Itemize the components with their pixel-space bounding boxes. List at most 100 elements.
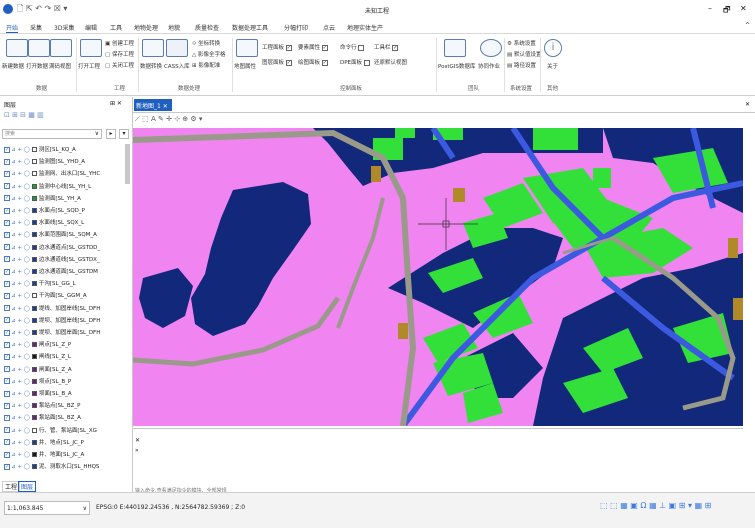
layer-controls-icons[interactable]: ⊿ + ◯ <box>11 159 30 165</box>
restore-view-button[interactable]: 还原默认视图 <box>374 58 407 66</box>
layer-visible-checkbox[interactable]: ✓ <box>4 451 10 458</box>
layer-item[interactable]: ✓ ⊿ + ◯ 干沟面[SL_GGM_A <box>4 291 87 301</box>
cb-command-line[interactable]: 命令行 <box>340 43 365 51</box>
tab-layer-panel[interactable]: 图层 <box>18 481 37 492</box>
image-register-button[interactable]: ⊞ 影像配准 <box>192 61 220 69</box>
layer-item[interactable]: ✓ ⊿ + ◯ 井、地面[SL_JC_A <box>4 450 84 460</box>
save-project-button[interactable]: ▢ 保存工程 <box>105 50 134 58</box>
tab-entity[interactable]: 地理实体生产 <box>347 23 383 32</box>
layer-visible-checkbox[interactable]: ✓ <box>4 414 10 421</box>
tab-print[interactable]: 分幅打印 <box>284 23 308 32</box>
image-grid-button[interactable]: △ 影像全字格 <box>192 50 226 58</box>
default-settings-button[interactable]: ▤ 默认值设置 <box>507 50 541 58</box>
tab-quality[interactable]: 质量检查 <box>195 23 219 32</box>
layer-controls-icons[interactable]: ⊿ + ◯ <box>11 220 30 226</box>
cb-dpe-panel[interactable]: DPE面板 <box>340 58 371 66</box>
new-data-button[interactable]: 新建数据 <box>2 62 24 70</box>
layer-search-input[interactable]: 搜索 ∨ <box>2 129 102 139</box>
cb-draw-panel[interactable]: 绘图面板 ✓ <box>298 58 329 66</box>
layer-visible-checkbox[interactable]: ✓ <box>4 366 10 373</box>
layer-visible-checkbox[interactable]: ✓ <box>4 183 10 190</box>
layer-visible-checkbox[interactable]: ✓ <box>4 207 10 214</box>
layer-visible-checkbox[interactable]: ✓ <box>4 158 10 165</box>
tab-collect[interactable]: 采集 <box>30 23 42 32</box>
layer-controls-icons[interactable]: ⊿ + ◯ <box>11 440 30 446</box>
layer-visible-checkbox[interactable]: ✓ <box>4 378 10 385</box>
layer-controls-icons[interactable]: ⊿ + ◯ <box>11 354 30 360</box>
layer-visible-checkbox[interactable]: ✓ <box>4 305 10 312</box>
layer-controls-icons[interactable]: ⊿ + ◯ <box>11 269 30 275</box>
layer-item[interactable]: ✓ ⊿ + ◯ 井、地点[SL_JC_P <box>4 438 84 448</box>
layer-visible-checkbox[interactable]: ✓ <box>4 146 10 153</box>
layer-item[interactable]: ✓ ⊿ + ◯ 泵站面[SL_BZ_A <box>4 413 81 423</box>
layer-visible-checkbox[interactable]: ✓ <box>4 231 10 238</box>
tab-3d-collect[interactable]: 3D采集 <box>54 23 74 32</box>
cb-layer-panel[interactable]: 图层面板 ✓ <box>262 58 293 66</box>
layer-visible-checkbox[interactable]: ✓ <box>4 353 10 360</box>
layer-visible-checkbox[interactable]: ✓ <box>4 170 10 177</box>
cb-feature-props[interactable]: 要素属性 ✓ <box>298 43 329 51</box>
about-button[interactable]: 关于 <box>547 62 558 70</box>
layer-controls-icons[interactable]: ⊿ + ◯ <box>11 464 30 470</box>
layer-item[interactable]: ✓ ⊿ + ◯ 闸面[SL_Z_A <box>4 365 72 375</box>
layer-item[interactable]: ✓ ⊿ + ◯ 边水通道线[SL_GSTDX_ <box>4 255 100 265</box>
open-data-button[interactable]: 打开数据 <box>26 62 48 70</box>
postgis-button[interactable]: PostGIS数据库 <box>438 62 475 70</box>
layer-controls-icons[interactable]: ⊿ + ◯ <box>11 342 30 348</box>
layer-item[interactable]: ✓ ⊿ + ◯ 监测图[SL_YHD_A <box>4 157 85 167</box>
command-close[interactable]: ✕ <box>135 437 140 444</box>
layer-controls-icons[interactable]: ⊿ + ◯ <box>11 232 30 238</box>
layer-controls-icons[interactable]: ⊿ + ◯ <box>11 171 30 177</box>
tab-data-tools[interactable]: 数据处理工具 <box>232 23 268 32</box>
scale-combo[interactable]: 1:1,063.845 ∨ <box>4 501 90 515</box>
create-project-button[interactable]: ▣ 创建工程 <box>105 39 134 47</box>
map-tab[interactable]: 新地图_1 ✕ <box>134 99 172 111</box>
layer-controls-icons[interactable]: ⊿ + ◯ <box>11 367 30 373</box>
layer-controls-icons[interactable]: ⊿ + ◯ <box>11 415 30 421</box>
layer-visible-checkbox[interactable]: ✓ <box>4 341 10 348</box>
layer-controls-icons[interactable]: ⊿ + ◯ <box>11 196 30 202</box>
layer-down-button[interactable]: ▾ <box>119 129 129 139</box>
layer-item[interactable]: ✓ ⊿ + ◯ 水面范围面[SL_SQM_A <box>4 230 97 240</box>
layer-visible-checkbox[interactable]: ✓ <box>4 329 10 336</box>
layer-visible-checkbox[interactable]: ✓ <box>4 402 10 409</box>
layer-controls-icons[interactable]: ⊿ + ◯ <box>11 147 30 153</box>
layer-tool-icons[interactable]: ⊡ ⊞ ⊟ ▦ ▥ <box>4 111 44 119</box>
layer-item[interactable]: ✓ ⊿ + ◯ 堤坝、加固岸线[SL_DFH <box>4 316 100 326</box>
cb-toolbar[interactable]: 工具栏 ✓ <box>374 43 399 51</box>
layer-item[interactable]: ✓ ⊿ + ◯ 坝点[SL_B_P <box>4 377 71 387</box>
layer-item[interactable]: ✓ ⊿ + ◯ 泵站点[SL_BZ_P <box>4 401 80 411</box>
layer-controls-icons[interactable]: ⊿ + ◯ <box>11 428 30 434</box>
minimize-button[interactable]: – <box>708 4 712 13</box>
layer-item[interactable]: ✓ ⊿ + ◯ 水面线[SL_SQX_L <box>4 218 84 228</box>
layer-item[interactable]: ✓ ⊿ + ◯ 监测面[SL_YH_A <box>4 194 81 204</box>
layer-controls-icons[interactable]: ⊿ + ◯ <box>11 184 30 190</box>
data-convert-button[interactable]: 数据转换 <box>140 62 162 70</box>
layer-item[interactable]: ✓ ⊿ + ◯ 边水通道点[SL_GSTDD_ <box>4 243 100 253</box>
full-view-button[interactable]: 满码视图 <box>49 62 71 70</box>
layer-item[interactable]: ✓ ⊿ + ◯ 闸线[SL_Z_L <box>4 352 71 362</box>
map-props-button[interactable]: 地图属性 <box>234 62 256 70</box>
layer-item[interactable]: ✓ ⊿ + ◯ 坝面[SL_B_A <box>4 389 72 399</box>
status-tool-icons[interactable]: ⬚ ⬚ ▦ ▣ Ω ▦ ⊥ ▣ ⊞ ▾ ▦ ⊞ <box>600 501 711 510</box>
tab-pointcloud[interactable]: 点云 <box>323 23 335 32</box>
maximize-button[interactable]: 🗗 <box>723 4 731 18</box>
layer-visible-checkbox[interactable]: ✓ <box>4 427 10 434</box>
layer-item[interactable]: ✓ ⊿ + ◯ 水面点[SL_SQD_P <box>4 206 85 216</box>
collab-button[interactable]: 协同作业 <box>478 62 500 70</box>
map-tool-icons[interactable]: ⟋ ⬚ A ✎ ✛ ⊹ ⊕ ⚙ ▾ <box>135 115 202 124</box>
layer-visible-checkbox[interactable]: ✓ <box>4 195 10 202</box>
layer-item[interactable]: ✓ ⊿ + ◯ 堤线、加固岸线[SL_DFH <box>4 304 100 314</box>
layer-visible-checkbox[interactable]: ✓ <box>4 268 10 275</box>
layer-visible-checkbox[interactable]: ✓ <box>4 390 10 397</box>
tab-tools[interactable]: 工具 <box>110 23 122 32</box>
layer-item[interactable]: ✓ ⊿ + ◯ 泥、测取水口[SL_HHQS <box>4 462 99 472</box>
layer-visible-checkbox[interactable]: ✓ <box>4 256 10 263</box>
layer-controls-icons[interactable]: ⊿ + ◯ <box>11 306 30 312</box>
path-settings-button[interactable]: ▤ 路径设置 <box>507 61 536 69</box>
tab-start[interactable]: 开始 <box>6 23 19 33</box>
layer-scrollbar[interactable] <box>125 144 130 184</box>
coord-convert-button[interactable]: ⟐ 坐标转换 <box>192 39 220 48</box>
layer-up-button[interactable]: ▸ <box>106 129 116 139</box>
tab-terrain[interactable]: 地貌 <box>168 23 180 32</box>
